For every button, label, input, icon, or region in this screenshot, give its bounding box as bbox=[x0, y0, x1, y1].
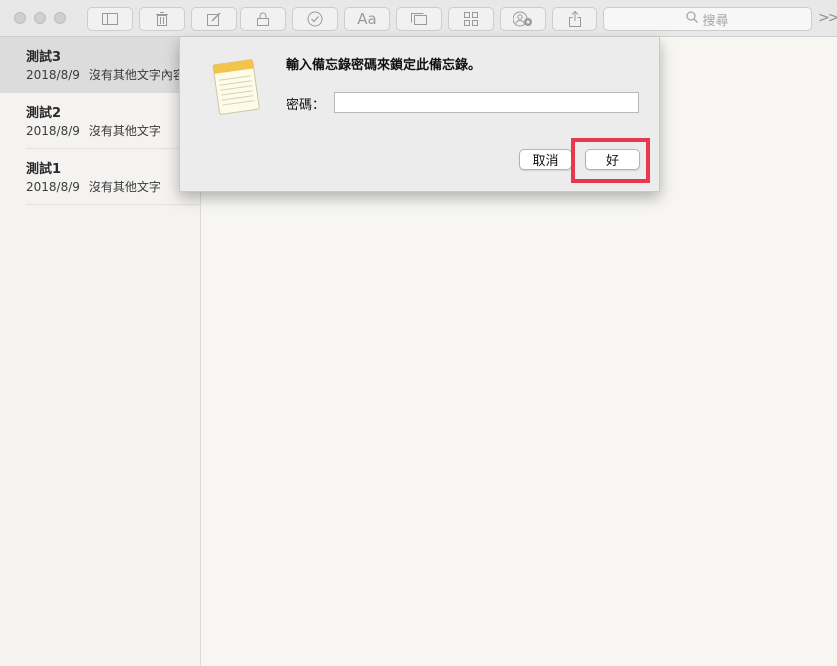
ok-button-highlight bbox=[571, 138, 650, 183]
note-date: 2018/8/9 bbox=[26, 124, 80, 138]
search-placeholder: 搜尋 bbox=[702, 13, 729, 29]
note-snippet: 沒有其他文字 bbox=[88, 124, 161, 138]
format-button[interactable]: Aa bbox=[344, 7, 390, 31]
compose-icon bbox=[207, 12, 221, 26]
zoom-window-button[interactable] bbox=[54, 12, 66, 24]
dialog-message: 輸入備忘錄密碼來鎖定此備忘錄。 bbox=[286, 58, 482, 73]
gallery-icon bbox=[411, 13, 427, 25]
share-icon bbox=[568, 11, 581, 27]
note-date: 2018/8/9 bbox=[26, 68, 80, 82]
minimize-window-button[interactable] bbox=[34, 12, 46, 24]
compose-button[interactable] bbox=[191, 7, 237, 31]
delete-button[interactable] bbox=[139, 7, 185, 31]
sidebar-toggle-button[interactable] bbox=[87, 7, 133, 31]
trash-icon bbox=[156, 12, 168, 26]
toolbar-overflow-button[interactable]: >> bbox=[818, 10, 837, 26]
search-icon bbox=[686, 11, 699, 27]
close-window-button[interactable] bbox=[14, 12, 26, 24]
add-people-button[interactable] bbox=[500, 7, 546, 31]
cancel-button[interactable]: 取消 bbox=[519, 149, 572, 170]
gallery-button[interactable] bbox=[396, 7, 442, 31]
notes-list: 測試3 2018/8/9 沒有其他文字內容 測試2 2018/8/9 沒有其他文字 … bbox=[0, 37, 201, 666]
note-title: 測試2 bbox=[26, 106, 62, 121]
checklist-icon bbox=[307, 11, 323, 27]
sidebar-toggle-icon bbox=[102, 13, 118, 25]
table-icon bbox=[464, 12, 478, 26]
note-title: 測試1 bbox=[26, 162, 62, 177]
note-meta: 2018/8/9 沒有其他文字內容 bbox=[26, 67, 200, 83]
lock-icon bbox=[257, 12, 269, 26]
window-toolbar: Aa 搜尋 >> bbox=[0, 0, 837, 37]
note-snippet: 沒有其他文字內容 bbox=[88, 68, 185, 82]
format-icon: Aa bbox=[357, 10, 377, 28]
password-label: 密碼： bbox=[286, 98, 326, 113]
notes-app-icon bbox=[210, 56, 262, 120]
note-snippet: 沒有其他文字 bbox=[88, 180, 161, 194]
list-divider bbox=[26, 204, 200, 205]
password-field[interactable] bbox=[334, 92, 639, 113]
checklist-button[interactable] bbox=[292, 7, 338, 31]
note-date: 2018/8/9 bbox=[26, 180, 80, 194]
note-title: 測試3 bbox=[26, 50, 62, 65]
add-people-icon bbox=[513, 11, 533, 27]
note-list-item[interactable]: 測試3 2018/8/9 沒有其他文字內容 bbox=[0, 37, 200, 93]
note-meta: 2018/8/9 沒有其他文字 bbox=[26, 179, 200, 195]
note-list-item[interactable]: 測試2 2018/8/9 沒有其他文字 bbox=[0, 93, 200, 149]
search-field[interactable]: 搜尋 bbox=[603, 7, 812, 31]
share-button[interactable] bbox=[552, 7, 597, 31]
lock-button[interactable] bbox=[240, 7, 286, 31]
note-list-item[interactable]: 測試1 2018/8/9 沒有其他文字 bbox=[0, 149, 200, 205]
note-meta: 2018/8/9 沒有其他文字 bbox=[26, 123, 200, 139]
table-button[interactable] bbox=[448, 7, 494, 31]
